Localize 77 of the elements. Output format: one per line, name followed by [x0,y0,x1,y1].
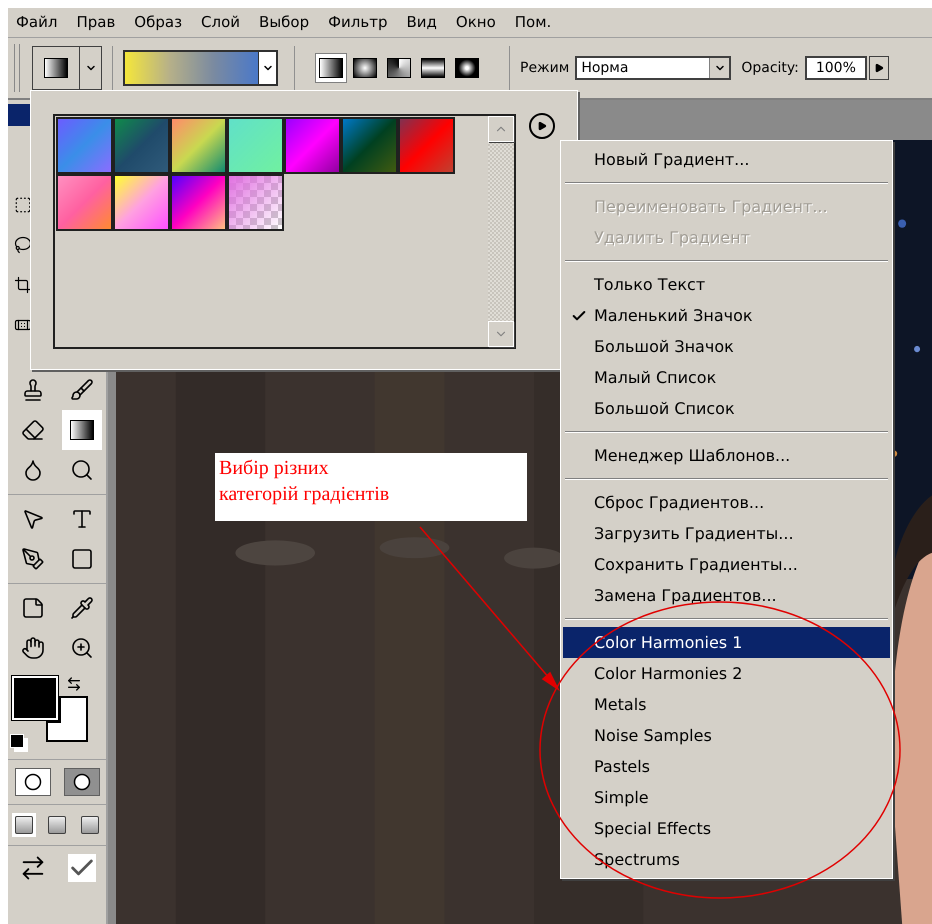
hand-icon [20,636,44,660]
gradient-swatch[interactable] [170,174,227,231]
grip-icon [14,44,20,92]
menu-item[interactable]: Маленький Значок [563,300,890,331]
tool-preset-button[interactable] [32,46,102,90]
menu-item[interactable]: Образ [134,11,182,34]
annotation-note: Вибір різних категорій градієнтів [215,453,527,521]
scrollbar[interactable] [488,116,514,347]
menu-item[interactable]: Загрузить Градиенты... [563,518,890,549]
menu-item[interactable]: Pastels [563,751,890,782]
menu-item[interactable]: Окно [456,11,496,34]
circle-icon [24,773,42,791]
screen-mode-button[interactable] [12,813,36,837]
play-icon [537,121,547,131]
menu-item[interactable]: Только Текст [563,269,890,300]
mode-select[interactable]: Норма [575,56,732,80]
gradient-swatch[interactable] [398,117,455,174]
circle-icon [72,773,90,791]
menu-item[interactable]: Большой Значок [563,331,890,362]
menu-item[interactable]: Фильтр [328,11,388,34]
opacity-arrow-button[interactable] [868,56,889,80]
gradient-swatch[interactable] [170,117,227,174]
mask-mode-button[interactable] [64,768,100,796]
crop-icon[interactable] [14,276,30,294]
mode-label: Режим [520,58,570,78]
rectangle-icon [70,547,94,571]
menu-item[interactable]: Замена Градиентов... [563,580,890,611]
zoom-icon [70,636,94,660]
menu-item[interactable]: Вид [406,11,437,34]
arrow-icon [874,63,884,73]
marquee-icon[interactable] [14,196,30,214]
gradient-swatch[interactable] [341,117,398,174]
menu-item[interactable]: Сохранить Градиенты... [563,549,890,580]
gradient-swatch[interactable] [227,117,284,174]
gradient-swatch[interactable] [227,174,284,231]
window-icon [48,816,66,834]
toolbox-title-bar [8,104,30,126]
menu-item[interactable]: Большой Список [563,393,890,424]
window-icon [15,816,34,834]
menu-item[interactable]: Выбор [259,11,310,34]
tool-button[interactable] [62,410,102,450]
lasso-icon[interactable] [14,236,30,254]
menu-item[interactable]: Пом. [514,11,552,34]
menu-item[interactable]: Metals [563,689,890,720]
menu-item[interactable]: Файл [16,11,58,34]
opacity-label: Opacity: [741,58,799,78]
menu-item[interactable]: Noise Samples [563,720,890,751]
gradient-preview-dropdown[interactable] [123,50,278,86]
gradient-swatch[interactable] [284,117,341,174]
pen-icon [20,547,44,571]
mask-mode-button[interactable] [14,768,50,796]
menu-item[interactable]: Малый Список [563,362,890,393]
eraser-icon [20,418,44,442]
menu-item[interactable]: Simple [563,782,890,813]
gradient-type-button[interactable] [315,53,347,83]
menu-item[interactable]: Special Effects [563,813,890,844]
foreground-color-swatch[interactable] [12,676,58,720]
note-icon [20,596,44,620]
menu-item[interactable]: Менеджер Шаблонов... [563,440,890,471]
gradient-icon [70,420,94,440]
menu-item[interactable]: Color Harmonies 2 [563,658,890,689]
brush-icon [70,378,94,402]
gradient-swatch[interactable] [56,117,113,174]
eyedropper-icon [70,596,94,620]
menu-item[interactable]: Color Harmonies 1 [563,627,890,658]
menu-item[interactable]: Слой [201,11,240,34]
gradient-swatch[interactable] [56,174,113,231]
menu-item[interactable]: Прав [76,11,116,34]
menu-item[interactable]: Сброс Градиентов... [563,487,890,518]
menu-item[interactable]: Новый Градиент... [563,144,890,175]
panel-menu-button[interactable] [529,113,555,139]
gradient-swatch[interactable] [113,174,170,231]
swap-colors-icon[interactable] [66,676,82,692]
check-icon[interactable] [68,854,96,882]
gradient-swatch[interactable] [113,117,170,174]
window-icon [80,816,99,834]
opacity-field[interactable]: 100% [804,56,867,80]
